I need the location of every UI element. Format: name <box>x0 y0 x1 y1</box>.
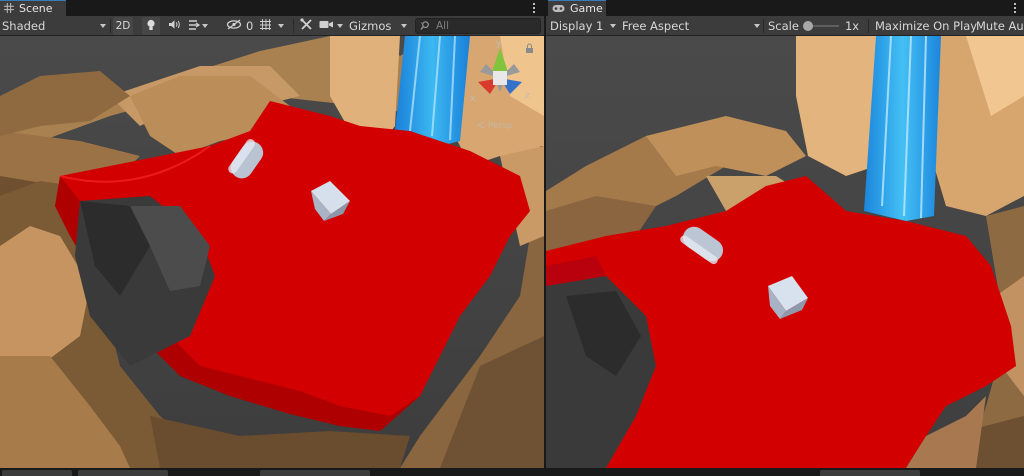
chevron-down-icon <box>100 24 106 28</box>
camera-settings-dropdown[interactable] <box>319 17 345 35</box>
maximize-on-play-label: Maximize On Play <box>875 19 978 33</box>
grid-snap-icon <box>259 18 272 34</box>
mute-audio-toggle[interactable]: Mute Au <box>976 17 1024 35</box>
shading-mode-value: Shaded <box>2 19 46 33</box>
shading-mode-dropdown[interactable]: Shaded <box>2 17 106 35</box>
gizmos-dropdown[interactable]: Gizmos <box>349 17 407 35</box>
dock-tab[interactable] <box>260 470 370 476</box>
aspect-dropdown[interactable]: Free Aspect <box>622 17 760 35</box>
scale-slider[interactable] <box>802 21 839 31</box>
scene-tabbar: Scene <box>0 0 544 16</box>
chevron-down-icon <box>202 24 208 28</box>
audio-toggle-button[interactable] <box>165 17 183 35</box>
scene-tab-menu-icon[interactable] <box>529 1 539 15</box>
effects-dropdown[interactable] <box>187 17 215 35</box>
scene-visibility-toggle[interactable]: 0 <box>226 17 256 35</box>
display-dropdown[interactable]: Display 1 <box>550 17 616 35</box>
tools-button[interactable] <box>297 17 315 35</box>
search-icon <box>420 19 431 33</box>
grid-snap-dropdown[interactable] <box>259 17 293 35</box>
lighting-toggle-button[interactable] <box>142 17 160 35</box>
game-terrain <box>546 36 1024 468</box>
scene-viewport[interactable]: y x z Persp <box>0 36 544 468</box>
tab-scene[interactable]: Scene <box>0 0 66 16</box>
dock-tab[interactable] <box>820 470 920 476</box>
display-value: Display 1 <box>550 19 604 33</box>
gizmo-axis-y-label: y <box>496 39 502 49</box>
grid-icon <box>4 2 14 16</box>
scene-search-input[interactable] <box>436 20 516 32</box>
hidden-objects-count: 0 <box>246 19 254 33</box>
gamepad-icon <box>552 2 565 16</box>
chevron-down-icon <box>401 24 407 28</box>
scene-terrain <box>0 36 544 468</box>
game-tabbar: Game <box>546 0 1024 16</box>
dock-tab[interactable] <box>78 470 168 476</box>
chevron-down-icon <box>610 24 616 28</box>
eye-hidden-icon <box>226 19 242 33</box>
tools-icon <box>299 18 313 34</box>
scale-control: Scale 1x <box>768 17 868 35</box>
scale-slider-thumb[interactable] <box>802 21 813 31</box>
gizmo-projection-label: Persp <box>488 121 513 131</box>
toolbar-divider <box>293 19 294 33</box>
aspect-value: Free Aspect <box>622 19 690 33</box>
chevron-down-icon <box>278 24 284 28</box>
gizmo-axis-x-label: x <box>470 94 476 104</box>
game-tab-menu-icon[interactable] <box>1010 1 1020 15</box>
scene-search[interactable] <box>415 18 541 34</box>
gizmos-label: Gizmos <box>349 19 392 33</box>
toolbar-divider <box>868 19 869 33</box>
light-bulb-icon <box>146 19 156 34</box>
speaker-icon <box>168 19 181 33</box>
gizmo-axis-z-label: z <box>525 91 530 101</box>
view-2d-label: 2D <box>115 20 131 32</box>
view-2d-button[interactable]: 2D <box>113 17 133 35</box>
effects-icon <box>187 19 201 34</box>
bottom-dock-tabs <box>0 468 1024 476</box>
tab-scene-label: Scene <box>19 2 53 15</box>
mute-audio-label: Mute Au <box>976 19 1024 33</box>
toolbar-divider <box>763 19 764 33</box>
game-toolbar: Display 1 Free Aspect Scale 1x Maximize … <box>546 16 1024 36</box>
chevron-down-icon <box>754 24 760 28</box>
scene-toolbar: Shaded 2D 0 Gizmos All <box>0 16 544 36</box>
camera-icon <box>319 19 334 33</box>
scale-value: 1x <box>844 19 860 33</box>
tab-game-label: Game <box>570 2 603 15</box>
scale-label: Scale <box>768 19 799 33</box>
dock-tab[interactable] <box>2 470 72 476</box>
game-panel: Game Display 1 Free Aspect Scale 1x Maxi… <box>546 0 1024 468</box>
toolbar-divider <box>110 19 111 33</box>
scene-panel: Scene Shaded 2D 0 Gizmos All y x z Persp <box>0 0 544 468</box>
maximize-on-play-toggle[interactable]: Maximize On Play <box>875 17 977 35</box>
chevron-down-icon <box>337 24 343 28</box>
tab-game[interactable]: Game <box>548 0 606 16</box>
game-viewport[interactable] <box>546 36 1024 468</box>
